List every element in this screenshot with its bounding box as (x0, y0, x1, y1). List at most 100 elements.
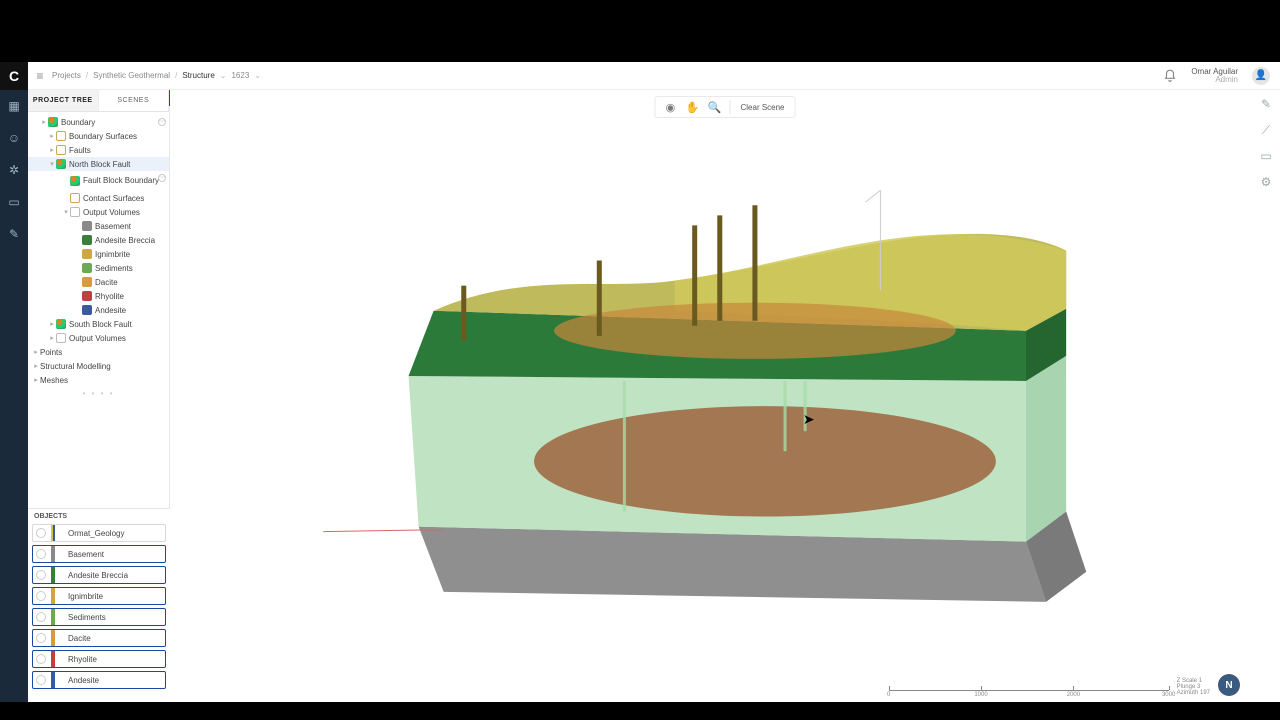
tree-item[interactable]: ▸Points (28, 345, 169, 359)
crumb-projects[interactable]: Projects (52, 71, 81, 80)
gear-icon[interactable]: ⚙ (1258, 174, 1274, 190)
rail-home-icon[interactable]: ▦ (6, 98, 22, 114)
object-row[interactable]: Ormat_Geology (32, 524, 166, 542)
compass-icon[interactable]: N (1218, 674, 1240, 696)
menu-icon[interactable]: ≡ (28, 69, 52, 83)
measure-icon[interactable]: ⟋ (1258, 122, 1274, 138)
object-row[interactable]: Andesite Breccia (32, 566, 166, 584)
rail-tool-icon[interactable]: ✎ (6, 226, 22, 242)
rail-people-icon[interactable]: ☺ (6, 130, 22, 146)
tree-item-label: Fault Block Boundary (83, 177, 159, 185)
object-row[interactable]: Dacite (32, 629, 166, 647)
visibility-toggle[interactable] (36, 528, 46, 538)
viewport-3d[interactable]: ◉ ✋ 🔍 Clear Scene ✎ ⟋ ▭ ⚙ (170, 90, 1280, 702)
object-row[interactable]: Sediments (32, 608, 166, 626)
clear-scene-button[interactable]: Clear Scene (736, 103, 788, 112)
tab-project-tree[interactable]: PROJECT TREE (28, 90, 99, 111)
tab-scenes[interactable]: SCENES (99, 90, 170, 111)
nav-rail: ▦ ☺ ✲ ▭ ✎ (0, 90, 28, 702)
visibility-toggle[interactable] (36, 591, 46, 601)
rail-files-icon[interactable]: ▭ (6, 194, 22, 210)
tree-item[interactable]: Andesite Breccia (28, 233, 169, 247)
tree-item[interactable]: Rhyolite (28, 289, 169, 303)
tree-item[interactable]: ▸Faults (28, 143, 169, 157)
scene-render: ➤ (310, 130, 1240, 632)
tree-item-label: South Block Fault (69, 320, 132, 329)
object-row[interactable]: Andesite (32, 671, 166, 689)
avatar[interactable]: 👤 (1252, 67, 1270, 85)
search-icon[interactable]: 🔍 (705, 98, 723, 116)
globe-icon (56, 319, 66, 329)
folder-icon (56, 131, 66, 141)
app-logo[interactable]: C (0, 62, 28, 90)
cyl-icon (82, 235, 92, 245)
globe-icon (48, 117, 58, 127)
rail-settings-icon[interactable]: ✲ (6, 162, 22, 178)
object-label: Dacite (68, 634, 91, 643)
tree-item-label: Basement (95, 222, 131, 231)
hand-icon[interactable]: ✋ (683, 98, 701, 116)
tree-item[interactable]: Fault Block Boundary⋯ (28, 171, 169, 191)
cyl-icon (82, 263, 92, 273)
tree-item[interactable]: Andesite (28, 303, 169, 317)
tree-item[interactable]: Ignimbrite (28, 247, 169, 261)
visibility-toggle[interactable] (36, 654, 46, 664)
object-row[interactable]: Rhyolite (32, 650, 166, 668)
tree-item-label: Boundary Surfaces (69, 132, 137, 141)
tree-item[interactable]: Basement (28, 219, 169, 233)
item-menu-icon[interactable]: ⋯ (158, 118, 166, 126)
object-row[interactable]: Basement (32, 545, 166, 563)
tree-item-label: Output Volumes (69, 334, 126, 343)
tree-item[interactable]: ▾Output Volumes (28, 205, 169, 219)
object-label: Andesite (68, 676, 99, 685)
cyl-icon (82, 249, 92, 259)
object-row[interactable]: Ignimbrite (32, 587, 166, 605)
object-label: Sediments (68, 613, 106, 622)
scale-bar: 0 1000 2000 3000 (889, 682, 1169, 696)
objects-title: OBJECTS (28, 509, 170, 524)
tree-item[interactable]: Sediments (28, 261, 169, 275)
visibility-toggle[interactable] (36, 570, 46, 580)
geo-icon (56, 145, 66, 155)
project-tree[interactable]: ▸Boundary⋯▸Boundary Surfaces▸Faults▾Nort… (28, 112, 169, 390)
box-icon (56, 333, 66, 343)
tree-item[interactable]: ▸Boundary⋯ (28, 115, 169, 129)
tree-item[interactable]: ▾North Block Fault (28, 157, 169, 171)
crumb-version[interactable]: 1623 (231, 71, 249, 80)
tree-item-label: Andesite Breccia (95, 236, 155, 245)
tree-item-label: Ignimbrite (95, 250, 130, 259)
crumb-project[interactable]: Synthetic Geothermal (93, 71, 170, 80)
globe-icon (70, 176, 80, 186)
tree-item[interactable]: ▸Output Volumes (28, 331, 169, 345)
tree-item-label: Dacite (95, 278, 118, 287)
visibility-toggle[interactable] (36, 549, 46, 559)
tree-item-label: Faults (69, 146, 91, 155)
tree-item-label: Structural Modelling (40, 362, 111, 371)
crumb-model[interactable]: Structure (182, 71, 214, 80)
tree-item[interactable]: ▸Meshes (28, 373, 169, 387)
notifications-icon[interactable] (1163, 69, 1177, 83)
tree-item[interactable]: ▸Boundary Surfaces (28, 129, 169, 143)
tree-item-label: Boundary (61, 118, 95, 127)
view-mode-icon[interactable]: ◉ (661, 98, 679, 116)
tree-item-label: Output Volumes (83, 208, 140, 217)
visibility-toggle[interactable] (36, 633, 46, 643)
edit-icon[interactable]: ✎ (1258, 96, 1274, 112)
panel-resize-handle[interactable]: • • • • (28, 390, 169, 398)
comment-icon[interactable]: ▭ (1258, 148, 1274, 164)
object-label: Basement (68, 550, 104, 559)
right-toolbar: ✎ ⟋ ▭ ⚙ (1258, 96, 1274, 190)
tree-item-label: Sediments (95, 264, 133, 273)
scale-info: 0 1000 2000 3000 Z Scale 1 Plunge 3 Azim… (889, 674, 1240, 696)
item-menu-icon[interactable]: ⋯ (158, 174, 166, 182)
visibility-toggle[interactable] (36, 612, 46, 622)
tree-item[interactable]: Contact Surfaces (28, 191, 169, 205)
visibility-toggle[interactable] (36, 675, 46, 685)
object-label: Rhyolite (68, 655, 97, 664)
objects-panel: OBJECTS Ormat_Geology Basement Andesite Br… (28, 508, 170, 702)
tree-item[interactable]: ▸South Block Fault (28, 317, 169, 331)
tree-item[interactable]: ▸Structural Modelling (28, 359, 169, 373)
user-menu[interactable]: Omar Aguilar Admin (1191, 68, 1238, 84)
tree-item[interactable]: Dacite (28, 275, 169, 289)
tree-item-label: North Block Fault (69, 160, 130, 169)
